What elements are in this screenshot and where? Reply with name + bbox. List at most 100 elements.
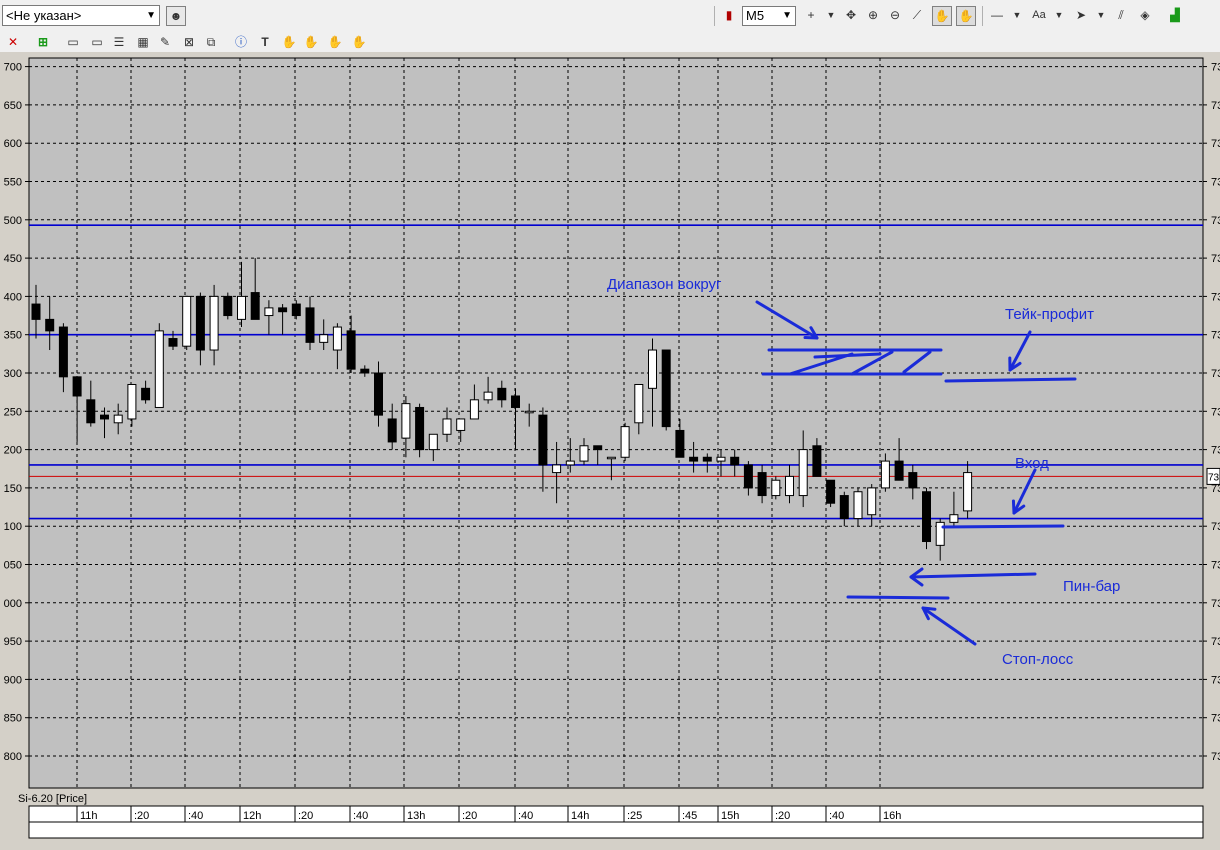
- y-tick-label: 500: [4, 215, 22, 227]
- add-chart-icon[interactable]: ⊞: [34, 33, 52, 51]
- account-select-value: <Не указан>: [6, 8, 82, 23]
- chevron-down-icon[interactable]: ▼: [822, 6, 840, 24]
- y-tick-label: 800: [4, 751, 22, 763]
- candle-body: [497, 387, 507, 401]
- chevron-down-icon[interactable]: ▼: [1050, 6, 1068, 24]
- hand-icon[interactable]: ✋: [326, 33, 344, 51]
- x-tick-label: 15h: [721, 810, 739, 822]
- x-tick-label: 13h: [407, 810, 425, 822]
- candle-body: [237, 295, 246, 320]
- candle-body: [839, 495, 849, 520]
- x-tick-label: :40: [353, 810, 368, 822]
- x-tick-label: :20: [134, 810, 149, 822]
- annotation-label: Тейк-профит: [1005, 306, 1094, 323]
- x-tick-label: :25: [627, 810, 642, 822]
- line-style-icon[interactable]: —: [988, 6, 1006, 24]
- candle-body: [538, 414, 548, 466]
- edit-icon[interactable]: ✎: [156, 33, 174, 51]
- candle-body: [100, 414, 109, 420]
- candle-body: [195, 295, 205, 351]
- delete-objects-icon[interactable]: ✕: [4, 33, 22, 51]
- candle-body: [634, 383, 644, 424]
- y-tick-label-right: 73: [1211, 100, 1220, 112]
- candle-body: [483, 391, 493, 401]
- candle-body: [908, 472, 918, 489]
- hand-icon[interactable]: ✋: [302, 33, 320, 51]
- list-icon[interactable]: ☰: [110, 33, 128, 51]
- chart-bars-icon[interactable]: ▮: [720, 6, 738, 24]
- x-tick-label: :20: [462, 810, 477, 822]
- annotation-label: Пин-бар: [1063, 578, 1120, 595]
- candle-body: [141, 387, 151, 401]
- candle-body: [894, 460, 904, 481]
- layers-icon[interactable]: ◈: [1136, 6, 1154, 24]
- account-select[interactable]: <Не указан> ▼: [2, 5, 160, 26]
- candle-body: [606, 456, 616, 460]
- instrument-label: Si-6.20 [Price]: [18, 793, 87, 805]
- candle-body: [168, 338, 178, 347]
- zoom-out-icon[interactable]: ⊖: [886, 6, 904, 24]
- candle-body: [223, 295, 233, 317]
- x-axis-bar-lower: [28, 821, 1204, 839]
- x-tick-label: 16h: [883, 810, 901, 822]
- candle-body: [826, 479, 836, 504]
- window-icon[interactable]: ▭: [88, 33, 106, 51]
- candle-body: [456, 418, 466, 431]
- table-icon[interactable]: ▦: [134, 33, 152, 51]
- candle-body: [565, 460, 575, 466]
- x-tick-label: 12h: [243, 810, 261, 822]
- hand-icon[interactable]: ✋: [280, 33, 298, 51]
- y-tick-label: 900: [4, 674, 22, 686]
- candle-body: [401, 403, 411, 439]
- candle-body: [579, 445, 589, 462]
- signal-bars-icon[interactable]: ▟: [1166, 6, 1184, 24]
- candle-body: [785, 475, 794, 497]
- x-tick-label: 11h: [80, 810, 98, 822]
- y-tick-label-right: 73: [1211, 636, 1220, 648]
- y-tick-label: 600: [4, 138, 22, 150]
- y-tick-label: 300: [4, 368, 22, 380]
- chevron-down-icon[interactable]: ▼: [1092, 6, 1110, 24]
- y-tick-label-right: 73: [1211, 177, 1220, 189]
- y-tick-label: 250: [4, 406, 22, 418]
- chevron-down-icon[interactable]: ▼: [1008, 6, 1026, 24]
- y-tick-label-right: 73: [1211, 674, 1220, 686]
- candle-body: [593, 445, 603, 451]
- y-tick-label: 150: [4, 483, 22, 495]
- hand-select-icon[interactable]: ✋: [956, 6, 976, 26]
- alert-icon[interactable]: ⓘ: [232, 33, 250, 51]
- y-tick-label: 050: [4, 560, 22, 572]
- candle-body: [867, 487, 877, 516]
- y-tick-label-right: 73: [1211, 713, 1220, 725]
- candle-body: [949, 514, 959, 523]
- x-tick-label: :40: [829, 810, 844, 822]
- person-icon[interactable]: ☻: [166, 6, 186, 26]
- hand-icon[interactable]: ✋: [350, 33, 368, 51]
- price-chart[interactable]: 800 850 900 950 000 050 100 150 200 250 300 350 400 4…: [0, 52, 1220, 850]
- zoom-in-icon[interactable]: ⊕: [864, 6, 882, 24]
- y-tick-label-right: 73: [1211, 215, 1220, 227]
- candle-body: [922, 491, 931, 543]
- text-tool-icon[interactable]: T: [256, 33, 274, 51]
- remove-icon[interactable]: ⊠: [180, 33, 198, 51]
- font-icon[interactable]: Aa: [1030, 6, 1048, 24]
- window-icon[interactable]: ▭: [64, 33, 82, 51]
- move-icon[interactable]: ✥: [842, 6, 860, 24]
- ruler-icon[interactable]: ⟋: [908, 6, 926, 24]
- pointer-icon[interactable]: ➤: [1072, 6, 1090, 24]
- current-price-tag: 73: [1206, 467, 1220, 485]
- y-tick-label: 450: [4, 253, 22, 265]
- candle-body: [264, 307, 274, 317]
- candle-body: [31, 303, 41, 320]
- y-tick-label-right: 73: [1211, 445, 1220, 457]
- y-tick-label-right: 73: [1211, 253, 1220, 265]
- candle-body: [45, 318, 55, 332]
- copy-icon[interactable]: ⧉: [202, 33, 220, 51]
- timeframe-select[interactable]: M5 ▼: [742, 6, 796, 26]
- candle-body: [702, 456, 712, 462]
- hand-icon[interactable]: ✋: [932, 6, 952, 26]
- crosshair-icon[interactable]: +: [802, 6, 820, 24]
- stop-loss-line: [846, 595, 950, 600]
- candle-body: [798, 449, 808, 497]
- erase-lines-icon[interactable]: ⫽: [1112, 6, 1130, 24]
